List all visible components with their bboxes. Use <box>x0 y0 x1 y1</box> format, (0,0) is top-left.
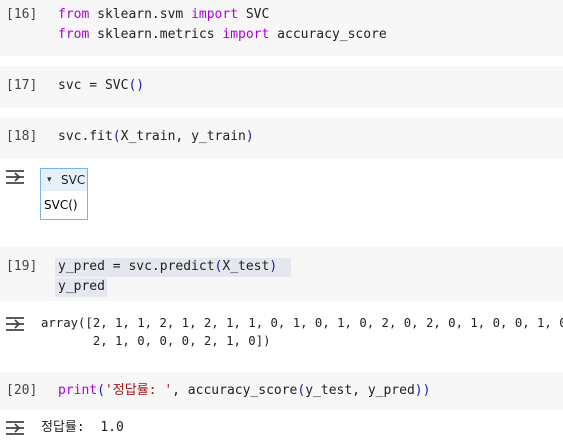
paren: ) <box>269 259 278 274</box>
cell-number: [16] <box>6 7 38 22</box>
keyword: from <box>58 7 90 22</box>
array-output-line: array([2, 1, 1, 2, 1, 2, 1, 1, 0, 1, 0, … <box>41 316 563 330</box>
code-args: X_test <box>222 259 270 274</box>
paren: () <box>128 78 145 93</box>
keyword: import <box>222 27 270 42</box>
keyword: import <box>191 7 239 22</box>
estimator-header[interactable]: ▾ SVC <box>41 169 87 191</box>
code-line[interactable]: svc.fit(X_train, y_train) <box>58 127 254 147</box>
estimator-repr: SVC() <box>44 198 78 212</box>
output-toggle-icon[interactable] <box>6 420 26 436</box>
estimator-title: SVC <box>61 173 86 187</box>
cell-number: [20] <box>6 383 38 398</box>
cell-number: [18] <box>6 129 38 144</box>
import-name: SVC <box>238 7 270 22</box>
code-line[interactable]: print('정답률: ', accuracy_score(y_test, y_… <box>58 381 430 401</box>
code-args: X_train, y_train <box>120 129 246 144</box>
array-output-line: 2, 1, 0, 0, 0, 2, 1, 0]) <box>41 334 271 348</box>
string-literal: '정답률: ' <box>104 383 173 398</box>
code-text: y_pred = svc.predict <box>58 259 215 274</box>
code-args: y_test, y_pred <box>305 383 415 398</box>
code-line[interactable]: from sklearn.svm import SVC <box>58 5 269 25</box>
cell-number: [17] <box>6 78 38 93</box>
function-name: print <box>58 383 98 398</box>
code-text: svc = SVC <box>58 78 129 93</box>
estimator-widget[interactable]: ▾ SVC SVC() <box>40 168 88 220</box>
code-text: svc.fit <box>58 129 113 144</box>
chevron-down-icon: ▾ <box>47 175 52 185</box>
paren: ) <box>414 383 423 398</box>
code-line[interactable]: svc = SVC() <box>58 76 144 96</box>
output-toggle-icon[interactable] <box>6 169 26 185</box>
code-line[interactable]: y_pred = svc.predict(X_test) <box>58 257 277 277</box>
paren: ) <box>422 383 431 398</box>
module-name: sklearn.metrics <box>89 27 223 42</box>
paren: ( <box>97 383 105 398</box>
import-name: accuracy_score <box>269 27 387 42</box>
code-line[interactable]: y_pred <box>58 277 105 297</box>
code-text: , accuracy_score <box>172 383 298 398</box>
output-toggle-icon[interactable] <box>6 316 26 332</box>
paren: ) <box>245 129 254 144</box>
module-name: sklearn.svm <box>89 7 192 22</box>
code-line[interactable]: from sklearn.metrics import accuracy_sco… <box>58 25 387 45</box>
keyword: from <box>58 27 90 42</box>
paren: ( <box>112 129 121 144</box>
cell-number: [19] <box>6 259 38 274</box>
accuracy-output: 정답률: 1.0 <box>41 420 124 435</box>
